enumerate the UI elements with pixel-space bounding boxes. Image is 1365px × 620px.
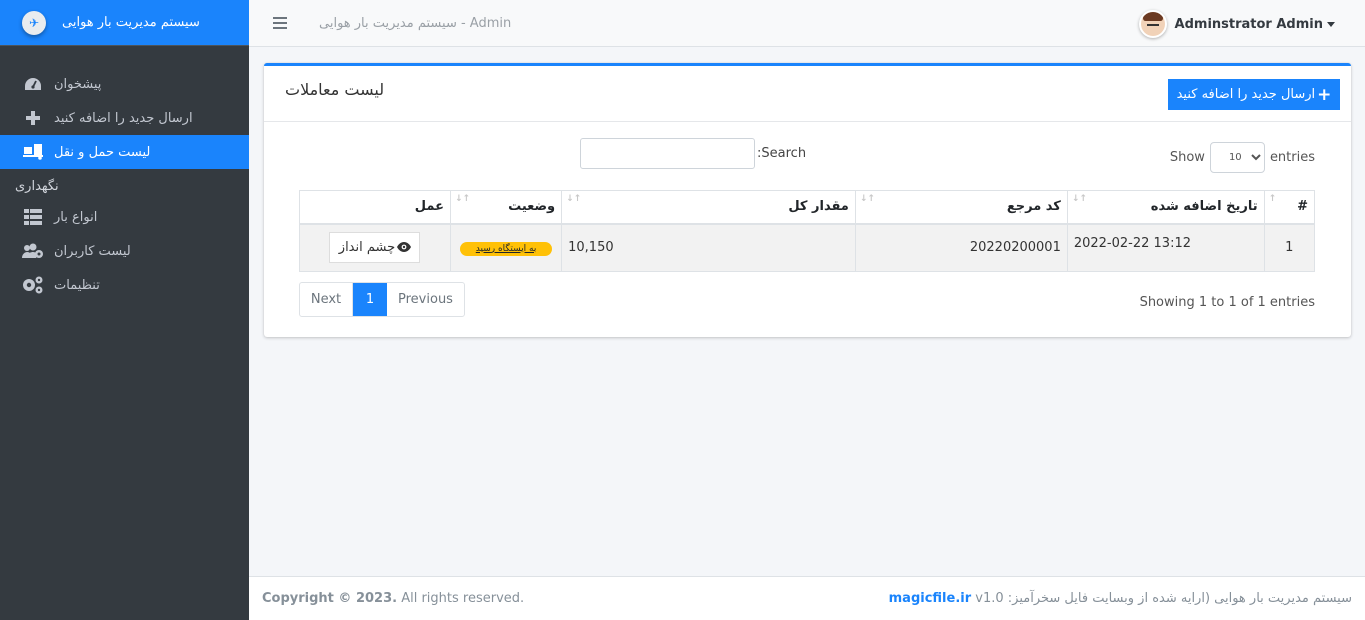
sidebar-item-add-shipment[interactable]: ارسال جدید را اضافه کنید <box>0 101 249 135</box>
brand-link[interactable]: ✈ سیستم مدیریت بار هوایی <box>0 0 249 46</box>
credit-text: سیستم مدیریت بار هوایی (ارایه شده از وبس… <box>1007 591 1352 606</box>
card-title: لیست معاملات <box>285 80 385 99</box>
entries-length: Show 10 entries <box>1170 142 1315 173</box>
table-info: Showing 1 to 1 of 1 entries <box>1139 295 1315 310</box>
pagination: Next 1 Previous <box>299 282 465 317</box>
add-shipment-label: ارسال جدید را اضافه کنید <box>1176 87 1316 102</box>
column-header-total-amount[interactable]: مقدار کل ↑↓ <box>561 190 856 225</box>
page-header-title: سیستم مدیریت بار هوایی - Admin <box>319 15 512 31</box>
eye-icon <box>397 241 412 255</box>
search-input[interactable] <box>580 138 755 169</box>
cell-reference-code: 20220200001 <box>854 223 1068 272</box>
sidebar-item-label: لیست حمل و نقل <box>54 144 151 160</box>
menu-toggle-icon[interactable] <box>273 17 287 29</box>
copyright-rest: All rights reserved. <box>397 591 525 606</box>
transactions-table: # ↑ تاریخ اضافه شده ↑↓ کد مرجع ↑↓ مقدار کل ↑… <box>299 190 1316 272</box>
column-header-index[interactable]: # ↑ <box>1263 190 1316 225</box>
sort-icon: ↑↓ <box>566 194 582 204</box>
cell-status: به ایستگاه رسید <box>449 223 563 272</box>
sort-icon: ↑ <box>1268 194 1277 204</box>
sidebar: ✈ سیستم مدیریت بار هوایی پیشخوان ارسال ج… <box>0 0 249 620</box>
sidebar-item-dashboard[interactable]: پیشخوان <box>0 67 249 101</box>
user-avatar <box>1138 10 1167 38</box>
user-name: Adminstrator Admin <box>1174 16 1323 32</box>
table-row: 1 2022-02-22 13:12 20220200001 10,150 به… <box>299 223 1316 272</box>
version: v1.0 <box>975 591 1004 606</box>
dashboard-gauge-icon <box>22 77 44 91</box>
column-header-status[interactable]: وضعیت ↑↓ <box>449 190 563 225</box>
view-button-label: چشم انداز <box>338 240 396 256</box>
sort-icon: ↑↓ <box>1071 194 1087 204</box>
copyright: Copyright © 2023. All rights reserved. <box>262 591 524 606</box>
sidebar-item-label: تنظیمات <box>54 277 100 293</box>
cell-total-amount: 10,150 <box>561 223 856 272</box>
pagination-page-current[interactable]: 1 <box>353 283 387 316</box>
sidebar-item-label: پیشخوان <box>54 76 102 92</box>
caret-down-icon <box>1327 21 1335 27</box>
sidebar-item-cargo-types[interactable]: انواع بار <box>0 200 249 234</box>
credit: سیستم مدیریت بار هوایی (ارایه شده از وبس… <box>889 591 1352 606</box>
footer: Copyright © 2023. All rights reserved. س… <box>249 576 1365 620</box>
sidebar-nav: پیشخوان ارسال جدید را اضافه کنید لیست حم… <box>0 46 249 302</box>
credit-link[interactable]: magicfile.ir <box>889 591 972 606</box>
brand-logo-icon: ✈ <box>22 10 46 35</box>
entries-label: entries <box>1269 150 1315 165</box>
top-navbar: سیستم مدیریت بار هوایی - Admin Adminstra… <box>249 0 1365 47</box>
transactions-card: لیست معاملات + ارسال جدید را اضافه کنید … <box>264 63 1351 337</box>
table-controls: Show 10 entries Search: <box>264 122 1351 188</box>
cogs-icon <box>22 276 44 294</box>
user-menu-dropdown[interactable]: Adminstrator Admin <box>1138 10 1335 38</box>
sidebar-item-label: لیست کاربران <box>54 243 131 259</box>
search-filter: Search: <box>580 138 806 169</box>
copyright-bold: Copyright © 2023. <box>262 591 398 606</box>
sort-icon: ↑↓ <box>454 194 471 204</box>
sidebar-item-users[interactable]: لیست کاربران <box>0 234 249 268</box>
users-cog-icon <box>22 243 44 259</box>
th-list-icon <box>22 209 44 225</box>
sidebar-item-label: ارسال جدید را اضافه کنید <box>54 110 193 126</box>
brand-title: سیستم مدیریت بار هوایی <box>62 15 200 30</box>
add-shipment-button[interactable]: + ارسال جدید را اضافه کنید <box>1168 79 1340 110</box>
plus-icon: + <box>1317 84 1332 105</box>
status-badge: به ایستگاه رسید <box>459 241 553 256</box>
entries-select[interactable]: 10 <box>1209 142 1265 173</box>
sort-icon: ↑↓ <box>859 194 875 204</box>
sidebar-item-label: انواع بار <box>54 209 98 225</box>
show-label: Show <box>1169 150 1205 165</box>
column-header-date-added[interactable]: تاریخ اضافه شده ↑↓ <box>1066 190 1265 225</box>
sidebar-item-transport-list[interactable]: لیست حمل و نقل <box>0 135 249 169</box>
column-header-reference-code[interactable]: کد مرجع ↑↓ <box>854 190 1068 225</box>
plus-icon <box>22 110 44 126</box>
pagination-next[interactable]: Next <box>300 283 353 316</box>
cell-action: چشم انداز <box>299 223 451 272</box>
view-button[interactable]: چشم انداز <box>329 232 421 264</box>
pagination-previous[interactable]: Previous <box>387 283 464 316</box>
cell-date-added: 2022-02-22 13:12 <box>1066 223 1265 272</box>
table-header-row: # ↑ تاریخ اضافه شده ↑↓ کد مرجع ↑↓ مقدار کل ↑… <box>299 190 1316 225</box>
sidebar-section-maintenance: نگهداری <box>15 179 59 194</box>
sidebar-item-settings[interactable]: تنظیمات <box>0 268 249 302</box>
cell-index: 1 <box>1263 223 1316 272</box>
column-header-action: عمل <box>299 190 451 225</box>
dolly-flatbed-icon <box>22 144 44 160</box>
card-header: لیست معاملات + ارسال جدید را اضافه کنید <box>264 66 1351 122</box>
search-label: Search: <box>757 146 807 161</box>
